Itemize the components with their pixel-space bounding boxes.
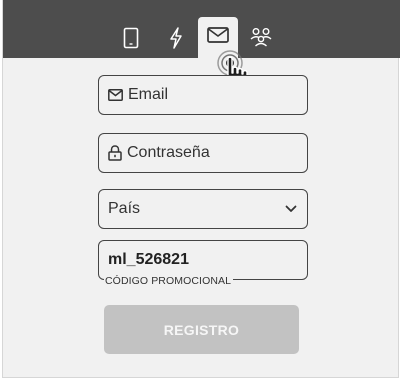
country-placeholder: País bbox=[108, 200, 141, 217]
password-placeholder: Contraseña bbox=[127, 144, 210, 161]
email-field[interactable]: Email bbox=[98, 75, 308, 115]
chevron-down-icon bbox=[285, 200, 297, 218]
lock-icon bbox=[108, 145, 122, 161]
tab-flash[interactable] bbox=[156, 17, 196, 58]
email-placeholder: Email bbox=[128, 86, 169, 103]
envelope-icon bbox=[207, 27, 229, 43]
password-field[interactable]: Contraseña bbox=[98, 133, 308, 173]
lightning-icon bbox=[168, 27, 184, 49]
promo-code-field[interactable]: ml_526821 bbox=[98, 240, 308, 280]
promo-code-value: ml_526821 bbox=[108, 251, 189, 268]
people-group-icon bbox=[248, 27, 274, 47]
promo-code-label: CÓDIGO PROMOCIONAL bbox=[104, 275, 234, 287]
signup-panel: Email Contraseña País ml_526821 CÓDIGO P… bbox=[2, 0, 400, 378]
signup-frame: Email Contraseña País ml_526821 CÓDIGO P… bbox=[0, 0, 401, 380]
smartphone-icon bbox=[123, 27, 139, 49]
register-button[interactable]: REGISTRO bbox=[104, 305, 299, 354]
tab-group[interactable] bbox=[241, 17, 281, 58]
tab-phone[interactable] bbox=[111, 17, 151, 58]
country-select[interactable]: País bbox=[98, 189, 308, 229]
envelope-icon bbox=[108, 89, 123, 101]
method-tab-bar bbox=[3, 0, 400, 58]
